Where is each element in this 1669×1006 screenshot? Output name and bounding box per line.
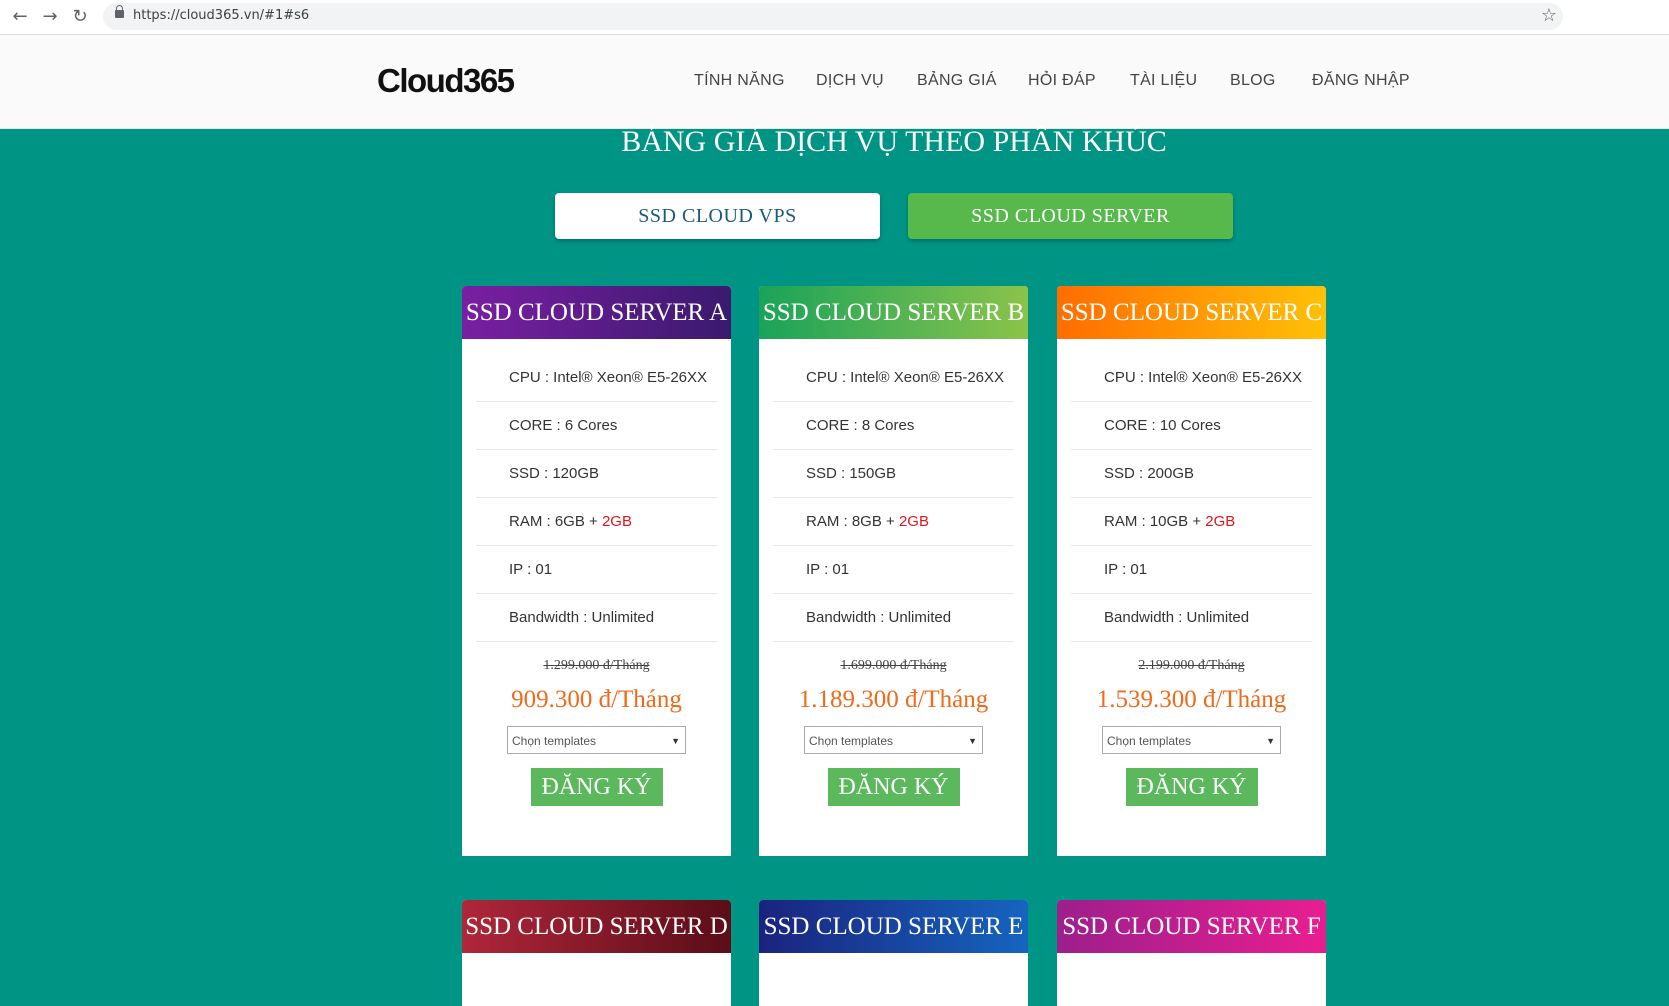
ram-base: RAM : 8GB +: [806, 513, 899, 530]
spec-core: CORE : 6 Cores: [476, 402, 717, 450]
old-price: 1.299.000 đ/Tháng: [543, 658, 650, 673]
spec-ssd: SSD : 200GB: [1071, 450, 1312, 498]
ram-bonus: 2GB: [898, 513, 929, 530]
spec-ip: IP : 01: [1071, 546, 1312, 594]
tab-ssd-cloud-vps[interactable]: SSD CLOUD VPS: [555, 193, 880, 239]
plan-card-b: SSD CLOUD SERVER B CPU : Intel® Xeon® E5…: [759, 286, 1028, 856]
ram-bonus: 2GB: [601, 513, 632, 530]
old-price: 2.199.000 đ/Tháng: [1138, 658, 1245, 673]
select-placeholder: Chọn templates: [512, 734, 597, 748]
nav-blog[interactable]: BLOG: [1230, 72, 1276, 90]
ram-bonus: 2GB: [1205, 513, 1236, 530]
spec-cpu: CPU : Intel® Xeon® E5-26XX: [1071, 354, 1312, 402]
spec-ip: IP : 01: [476, 546, 717, 594]
old-price: 1.699.000 đ/Tháng: [840, 658, 947, 673]
browser-toolbar: ← → ↻ https://cloud365.vn/#1#s6 ☆: [0, 0, 1669, 35]
current-price: 1.539.300 đ/Tháng: [1096, 686, 1287, 713]
spec-ssd: SSD : 120GB: [476, 450, 717, 498]
spec-ram: RAM : 8GB + 2GB: [773, 498, 1014, 546]
spec-core: CORE : 8 Cores: [773, 402, 1014, 450]
site-header: Cloud365 TÍNH NĂNG DỊCH VỤ BẢNG GIÁ HỎI …: [0, 35, 1669, 129]
plan-title: SSD CLOUD SERVER F: [1057, 900, 1326, 953]
spec-bandwidth: Bandwidth : Unlimited: [773, 594, 1014, 642]
spec-core: CORE : 10 Cores: [1071, 402, 1312, 450]
select-placeholder: Chọn templates: [809, 734, 894, 748]
spec-ssd: SSD : 150GB: [773, 450, 1014, 498]
spec-cpu: CPU : Intel® Xeon® E5-26XX: [476, 354, 717, 402]
tab-ssd-cloud-server[interactable]: SSD CLOUD SERVER: [908, 193, 1233, 239]
register-button[interactable]: ĐĂNG KÝ: [530, 768, 663, 806]
plan-card-d: SSD CLOUD SERVER D: [462, 900, 731, 1006]
spec-ram: RAM : 6GB + 2GB: [476, 498, 717, 546]
ram-base: RAM : 10GB +: [1104, 513, 1206, 530]
lock-icon: [115, 5, 124, 18]
plan-card-f: SSD CLOUD SERVER F: [1057, 900, 1326, 1006]
site-logo[interactable]: Cloud365: [377, 62, 515, 100]
plan-card-e: SSD CLOUD SERVER E: [759, 900, 1028, 1006]
spec-cpu: CPU : Intel® Xeon® E5-26XX: [773, 354, 1014, 402]
plan-title: SSD CLOUD SERVER C: [1057, 286, 1326, 339]
register-button[interactable]: ĐĂNG KÝ: [1125, 768, 1258, 806]
current-price: 909.300 đ/Tháng: [511, 686, 682, 713]
plan-title: SSD CLOUD SERVER A: [462, 286, 731, 339]
template-select[interactable]: Chọn templates ▼: [507, 726, 686, 754]
address-bar[interactable]: https://cloud365.vn/#1#s6 ☆: [103, 3, 1563, 30]
caret-down-icon: ▼: [968, 736, 977, 746]
caret-down-icon: ▼: [1266, 736, 1275, 746]
nav-pricing[interactable]: BẢNG GIÁ: [917, 72, 997, 90]
plan-title: SSD CLOUD SERVER D: [462, 900, 731, 953]
section-title: BẢNG GIÁ DỊCH VỤ THEO PHÂN KHÚC: [621, 125, 1167, 158]
nav-features[interactable]: TÍNH NĂNG: [694, 72, 785, 90]
template-select[interactable]: Chọn templates ▼: [804, 726, 983, 754]
spec-ram: RAM : 10GB + 2GB: [1071, 498, 1312, 546]
plan-card-c: SSD CLOUD SERVER C CPU : Intel® Xeon® E5…: [1057, 286, 1326, 856]
plan-title: SSD CLOUD SERVER E: [759, 900, 1028, 953]
ram-base: RAM : 6GB +: [509, 513, 602, 530]
nav-faq[interactable]: HỎI ĐÁP: [1028, 72, 1096, 90]
back-arrow-icon[interactable]: ←: [8, 5, 32, 29]
current-price: 1.189.300 đ/Tháng: [798, 686, 989, 713]
spec-ip: IP : 01: [773, 546, 1014, 594]
nav-login[interactable]: ĐĂNG NHẬP: [1312, 72, 1410, 90]
star-icon[interactable]: ☆: [1541, 5, 1557, 26]
url-text[interactable]: https://cloud365.vn/#1#s6: [133, 8, 309, 23]
forward-arrow-icon[interactable]: →: [38, 5, 62, 29]
select-placeholder: Chọn templates: [1107, 734, 1192, 748]
plan-title: SSD CLOUD SERVER B: [759, 286, 1028, 339]
register-button[interactable]: ĐĂNG KÝ: [827, 768, 960, 806]
nav-services[interactable]: DỊCH VỤ: [816, 72, 884, 90]
spec-bandwidth: Bandwidth : Unlimited: [1071, 594, 1312, 642]
template-select[interactable]: Chọn templates ▼: [1102, 726, 1281, 754]
plan-card-a: SSD CLOUD SERVER A CPU : Intel® Xeon® E5…: [462, 286, 731, 856]
nav-docs[interactable]: TÀI LIỆU: [1130, 72, 1197, 90]
reload-icon[interactable]: ↻: [68, 5, 92, 29]
spec-bandwidth: Bandwidth : Unlimited: [476, 594, 717, 642]
caret-down-icon: ▼: [671, 736, 680, 746]
